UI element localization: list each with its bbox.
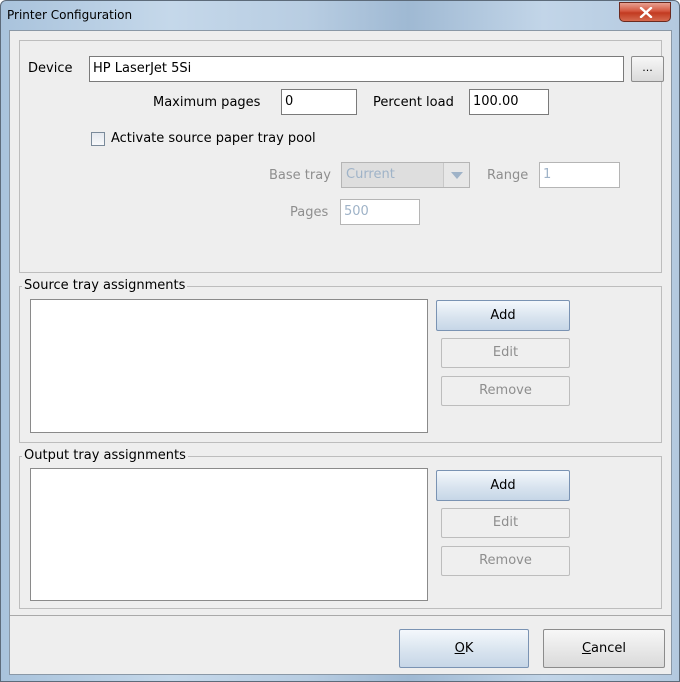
browse-device-button[interactable]: ...: [631, 56, 664, 82]
output-add-button[interactable]: Add: [436, 470, 570, 501]
pages-field[interactable]: 500: [340, 199, 420, 225]
printer-configuration-window: Printer Configuration Device HP LaserJet…: [0, 0, 680, 682]
cancel-button[interactable]: Cancel: [543, 629, 665, 668]
base-tray-value: Current: [346, 167, 395, 182]
device-label: Device: [28, 61, 73, 76]
base-tray-label: Base tray: [269, 168, 331, 183]
maximum-pages-field[interactable]: 0: [281, 89, 357, 115]
window-title: Printer Configuration: [7, 8, 133, 22]
device-field[interactable]: HP LaserJet 5Si: [89, 56, 624, 82]
chevron-down-icon: [451, 172, 463, 179]
dialog-content: Device HP LaserJet 5Si ... Maximum pages…: [9, 30, 672, 675]
output-tray-list[interactable]: [30, 468, 428, 601]
source-add-button[interactable]: Add: [436, 300, 570, 331]
maximum-pages-label: Maximum pages: [153, 95, 261, 110]
range-field[interactable]: 1: [539, 162, 620, 188]
dialog-footer: OK Cancel: [10, 615, 671, 676]
ok-button[interactable]: OK: [399, 629, 529, 668]
output-tray-legend: Output tray assignments: [22, 448, 188, 463]
range-label: Range: [487, 168, 529, 183]
base-tray-combo[interactable]: Current: [341, 162, 470, 188]
ok-label-rest: K: [464, 641, 474, 656]
ok-mnemonic: O: [454, 641, 465, 656]
pages-label: Pages: [290, 205, 329, 220]
percent-load-field[interactable]: 100.00: [469, 89, 549, 115]
output-remove-button[interactable]: Remove: [441, 546, 570, 576]
percent-load-label: Percent load: [373, 95, 454, 110]
output-tray-panel: Output tray assignments Add Edit Remove: [19, 448, 662, 609]
source-tray-list[interactable]: [30, 299, 428, 433]
base-tray-dropdown-arrow[interactable]: [443, 163, 469, 187]
source-tray-pool-checkbox[interactable]: [91, 132, 105, 146]
source-tray-panel: Source tray assignments Add Edit Remove: [19, 278, 662, 443]
cancel-label-rest: ancel: [591, 641, 627, 656]
source-edit-button[interactable]: Edit: [441, 338, 570, 368]
close-button[interactable]: [619, 2, 671, 22]
source-tray-pool-label: Activate source paper tray pool: [111, 131, 316, 146]
close-icon: [639, 7, 653, 18]
source-tray-legend: Source tray assignments: [22, 278, 188, 293]
device-panel: Device HP LaserJet 5Si ... Maximum pages…: [19, 40, 664, 273]
output-edit-button[interactable]: Edit: [441, 508, 570, 538]
title-bar[interactable]: Printer Configuration: [1, 1, 679, 29]
cancel-mnemonic: C: [581, 641, 592, 656]
source-remove-button[interactable]: Remove: [441, 376, 570, 406]
